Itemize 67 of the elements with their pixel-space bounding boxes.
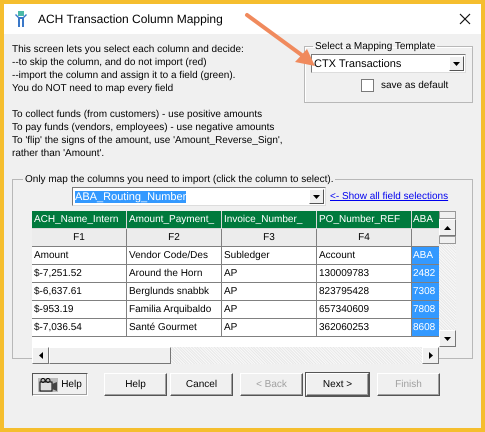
table-cell: AP	[222, 283, 317, 301]
app-icon	[14, 10, 28, 28]
instruction-text: To collect funds (from customers) - use positive amounts	[12, 108, 264, 121]
field-header[interactable]: ABA	[412, 211, 439, 229]
table-cell: 823795428	[317, 283, 412, 301]
field-header[interactable]: PO_Number_REF	[317, 211, 412, 229]
table-cell: $-7,036.54	[32, 319, 127, 337]
dialog-button[interactable]: Next >	[306, 373, 369, 396]
table-cell: Berglunds snabbk	[127, 283, 222, 301]
dialog-button[interactable]: Help	[104, 373, 167, 396]
table-cell: Around the Horn	[127, 265, 222, 283]
scroll-thumb[interactable]	[439, 211, 456, 219]
table-cell: $-953.19	[32, 301, 127, 319]
projector-icon	[38, 378, 58, 392]
table-cell: $-6,637.61	[32, 283, 127, 301]
up-arrow-icon[interactable]	[444, 226, 451, 230]
table-cell: 130009783	[317, 265, 412, 283]
table-cell: Subledger	[222, 247, 317, 265]
instruction-text: This screen lets you select each column and decide:	[12, 43, 245, 56]
table-cell: Account	[317, 247, 412, 265]
checkbox-label: save as default	[381, 80, 448, 91]
group-label: Select a Mapping Template	[314, 41, 436, 52]
instruction-text: rather than 'Amount'.	[12, 147, 106, 160]
scroll-thumb[interactable]	[439, 236, 456, 244]
right-arrow-icon[interactable]	[428, 352, 432, 359]
table-cell: 8608	[412, 319, 439, 337]
table-cell: Familia Arquibaldo	[127, 301, 222, 319]
table-cell: Amount	[32, 247, 127, 265]
instruction-text: --import the column and assign it to a field (green).	[12, 69, 236, 82]
field-header[interactable]: Invoice_Number_	[222, 211, 317, 229]
instruction-text: --to skip the column, and do not import (red)	[12, 56, 208, 69]
instruction-text: To pay funds (vendors, employees) - use negative amounts	[12, 121, 276, 134]
table-cell: 7308	[412, 283, 439, 301]
field-header[interactable]: ACH_Name_Intern	[32, 211, 127, 229]
horizontal-scrollbar[interactable]	[32, 347, 439, 364]
vertical-scrollbar[interactable]	[439, 211, 456, 347]
table-cell: 657340609	[317, 301, 412, 319]
column-header[interactable]: F3	[222, 229, 317, 247]
table-cell: AP	[222, 319, 317, 337]
table-cell: Vendor Code/Des	[127, 247, 222, 265]
instruction-text: You do NOT need to map every field	[12, 82, 174, 95]
instruction-text: To 'flip' the signs of the amount, use 'Amount_Reverse_Sign',	[12, 134, 283, 147]
left-arrow-icon[interactable]	[38, 352, 42, 359]
template-dropdown[interactable]: CTX Transactions	[311, 54, 466, 73]
checkbox[interactable]	[361, 79, 374, 92]
column-header[interactable]: F2	[127, 229, 222, 247]
table-cell: 2482	[412, 265, 439, 283]
caret-icon	[453, 62, 460, 66]
group-label: Only map the columns you need to import (click the column to select).	[24, 174, 334, 185]
window-title: ACH Transaction Column Mapping	[38, 12, 223, 26]
dialog-button[interactable]: Cancel	[170, 373, 233, 396]
table-cell: 362060253	[317, 319, 412, 337]
help-button[interactable]: Help	[32, 373, 88, 396]
table-cell: AP	[222, 265, 317, 283]
table-cell: Santé Gourmet	[127, 319, 222, 337]
down-arrow-icon[interactable]	[444, 336, 451, 340]
show-fields-link[interactable]: <- Show all field selections	[330, 191, 448, 202]
column-header[interactable]	[412, 229, 439, 247]
table-cell: ABA	[412, 247, 439, 265]
table-cell: AP	[222, 301, 317, 319]
table-cell: $-7,251.52	[32, 265, 127, 283]
column-header[interactable]: F1	[32, 229, 127, 247]
field-header[interactable]: Amount_Payment_	[127, 211, 222, 229]
caret-icon	[313, 194, 320, 198]
table-cell: 7808	[412, 301, 439, 319]
close-icon[interactable]	[459, 13, 471, 25]
column-header[interactable]: F4	[317, 229, 412, 247]
